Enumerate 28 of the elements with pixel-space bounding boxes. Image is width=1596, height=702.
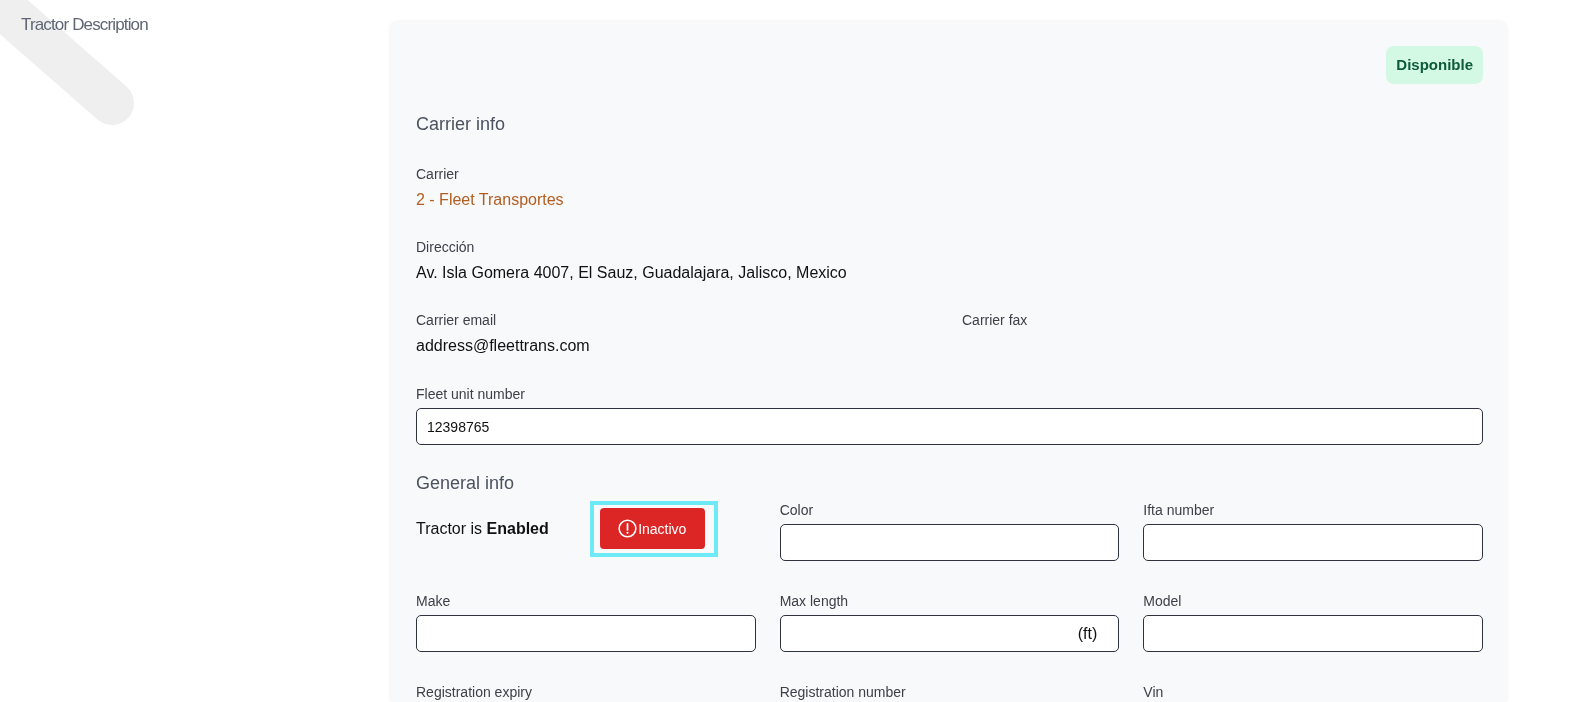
section-heading: General info	[416, 472, 516, 494]
field-value: address@fleettrans.com	[416, 336, 590, 355]
page-title: Tractor Description	[21, 15, 148, 35]
field-label: Fleet unit number	[416, 386, 525, 402]
field-label: Vin	[1143, 684, 1164, 700]
field-value: Av. Isla Gomera 4007, El Sauz, Guadalajara, Jalisco, Mexico	[416, 263, 847, 282]
text-field[interactable]	[779, 524, 1120, 561]
section-heading: Carrier info	[416, 113, 507, 135]
field-label: Carrier email	[416, 312, 497, 328]
text-field[interactable]	[1143, 615, 1483, 652]
field-label: Make	[416, 593, 451, 609]
field-label: Ifta number	[1143, 502, 1215, 518]
status-badge: Disponible	[1386, 46, 1483, 84]
alert-circle-icon	[618, 519, 638, 538]
field-label: Dirección	[416, 239, 475, 255]
text-field[interactable]: 12398765	[416, 408, 1483, 445]
carrier-link[interactable]: 2 - Fleet Transportes	[416, 190, 564, 209]
text-field[interactable]: (ft)	[779, 615, 1120, 652]
text-field[interactable]	[416, 615, 756, 652]
status-text: Tractor is Enabled	[416, 520, 549, 538]
field-label: Max length	[779, 593, 849, 609]
field-label: Registration expiry	[416, 684, 532, 700]
field-label: Registration number	[779, 684, 906, 700]
field-label: Carrier	[416, 166, 459, 182]
field-label: Color	[779, 502, 814, 518]
text-field[interactable]	[1143, 524, 1483, 561]
field-label: Carrier fax	[962, 312, 1028, 328]
field-label: Model	[1143, 593, 1182, 609]
